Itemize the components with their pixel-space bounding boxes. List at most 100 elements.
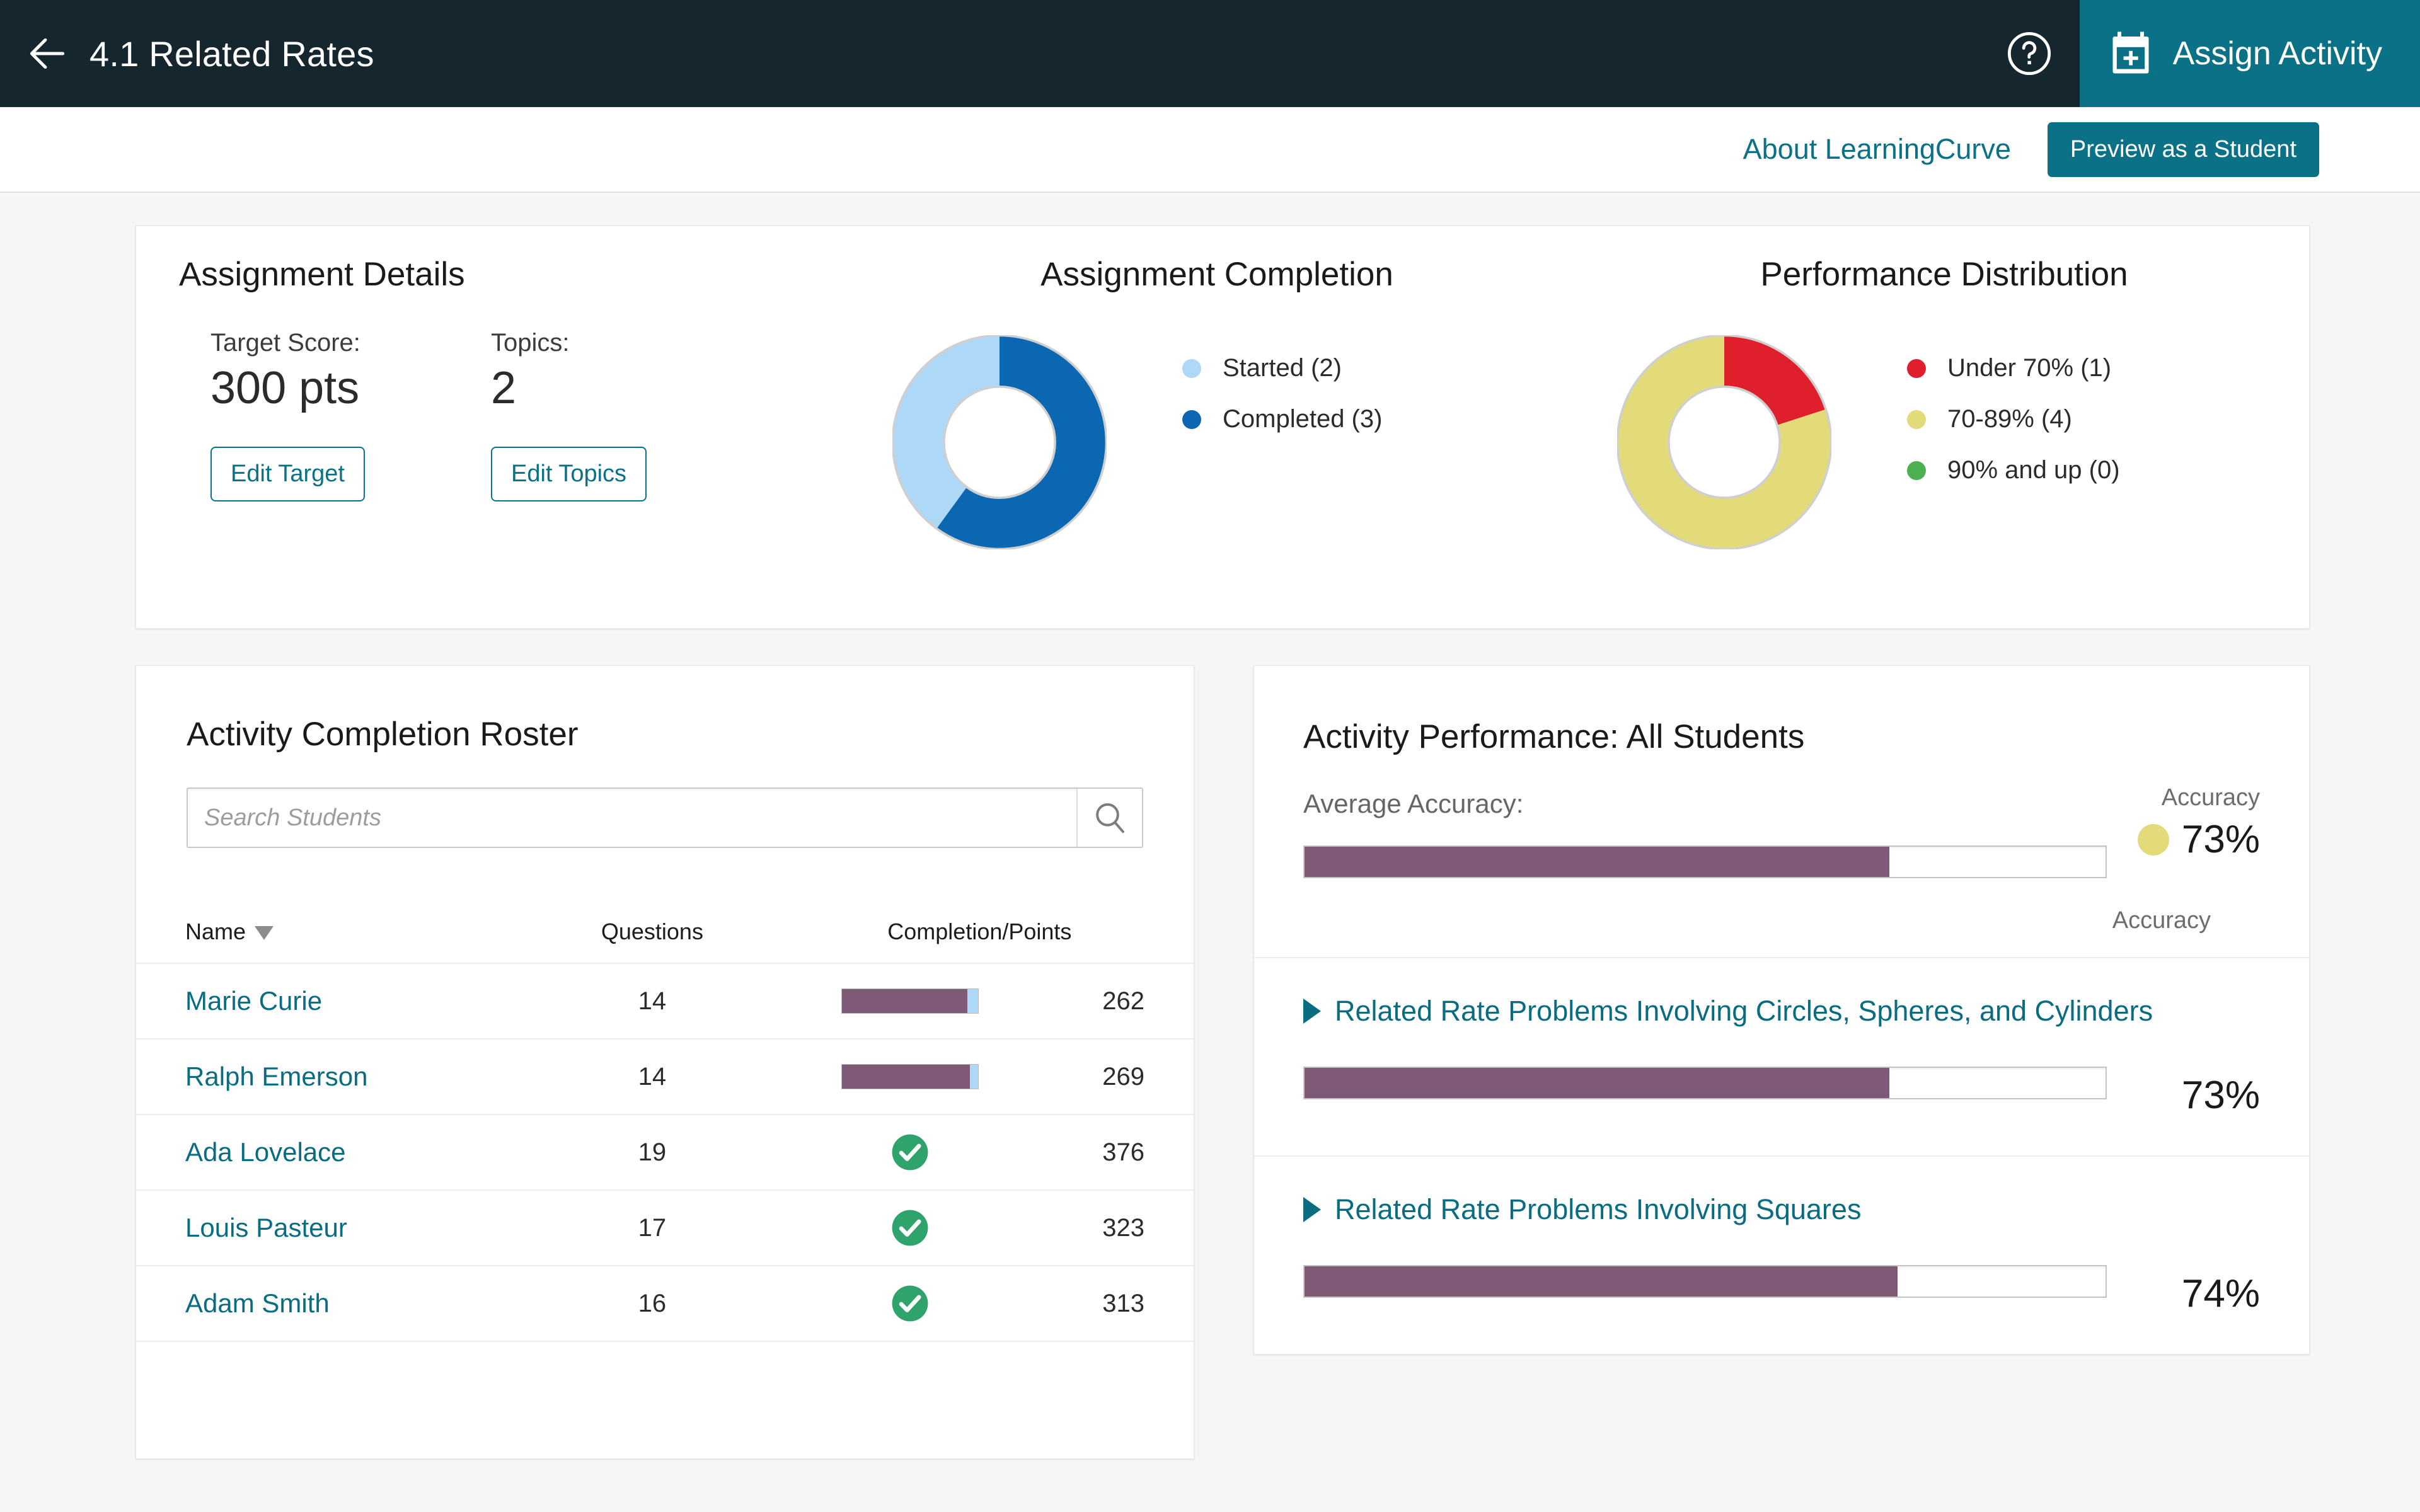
expand-triangle-icon[interactable]	[1303, 999, 1321, 1024]
student-name-link[interactable]: Ada Lovelace	[185, 1137, 346, 1167]
topic-accuracy-bar-track	[1303, 1264, 2107, 1298]
student-name-link[interactable]: Ralph Emerson	[185, 1062, 367, 1091]
edit-target-button[interactable]: Edit Target	[210, 447, 365, 501]
cell-name: Louis Pasteur	[136, 1190, 539, 1266]
cell-completion	[765, 1114, 1056, 1191]
legend-item: Under 70% (1)	[1907, 354, 2120, 382]
assign-activity-button[interactable]: Assign Activity	[2079, 0, 2420, 107]
search-input[interactable]	[188, 789, 1076, 847]
cell-completion	[765, 1039, 1056, 1115]
header-left-group: 4.1 Related Rates	[0, 0, 1979, 107]
performance-distribution-title: Performance Distribution	[1760, 256, 2128, 293]
assignment-completion-title: Assignment Completion	[1040, 256, 1393, 293]
cell-points: 262	[1055, 963, 1194, 1040]
completed-check-icon	[892, 1134, 928, 1171]
target-score-value: 300 pts	[210, 363, 360, 413]
cell-name: Adam Smith	[136, 1266, 539, 1342]
assignment-details-section: Assignment Details Target Score: 300 pts…	[136, 255, 855, 628]
table-header-row: Name Questions Completion/Points	[136, 903, 1194, 964]
assignment-details-row: Target Score: 300 pts Edit Target Topics…	[179, 329, 855, 501]
topic-accuracy-bar-track	[1303, 1066, 2107, 1099]
legend-item: Completed (3)	[1182, 405, 1382, 433]
assignment-completion-legend: Started (2) Completed (3)	[1182, 335, 1382, 456]
accuracy-status-dot	[2137, 823, 2169, 856]
activity-performance-header: Activity Performance: All Students Avera…	[1254, 666, 2309, 957]
topic-accuracy-bar-wrap	[1303, 1066, 2107, 1099]
roster-table-body: Marie Curie 14 262 Ralph Emerson 14 269 Ada Lo…	[136, 963, 1194, 1342]
performance-distribution-donut-chart	[1617, 335, 1831, 549]
preview-as-student-button[interactable]: Preview as a Student	[2047, 122, 2319, 177]
legend-label-under70: Under 70% (1)	[1947, 354, 2112, 382]
accuracy-column-header: Accuracy	[2112, 907, 2211, 934]
back-arrow-icon[interactable]	[24, 30, 71, 77]
target-score-label: Target Score:	[210, 329, 360, 357]
assignment-completion-donut-chart	[892, 335, 1107, 549]
legend-dot-completed	[1182, 410, 1201, 429]
table-row: Ralph Emerson 14 269	[136, 1039, 1194, 1115]
average-accuracy-bar-fill	[1305, 847, 1889, 877]
average-accuracy-bar-wrap	[1303, 845, 2107, 878]
performance-distribution-legend: Under 70% (1) 70-89% (4) 90% and up (0)	[1907, 335, 2120, 507]
completed-check-icon	[892, 1210, 928, 1246]
legend-dot-90andup	[1907, 461, 1926, 480]
topic-bar-row: 74%	[1303, 1246, 2260, 1316]
topic-accuracy-value: 73%	[2181, 1074, 2260, 1117]
column-header-name-label: Name	[185, 919, 246, 944]
student-name-link[interactable]: Adam Smith	[185, 1288, 330, 1318]
about-learningcurve-link[interactable]: About LearningCurve	[1743, 133, 2011, 166]
cell-points: 323	[1055, 1190, 1194, 1266]
completion-progress-bar	[841, 988, 979, 1014]
legend-item: Started (2)	[1182, 354, 1382, 382]
cell-questions: 17	[539, 1190, 766, 1266]
student-name-link[interactable]: Marie Curie	[185, 986, 322, 1016]
main-content: Assignment Details Target Score: 300 pts…	[0, 193, 2420, 1459]
completion-progress-bar	[841, 1064, 979, 1089]
cell-completion	[765, 1266, 1056, 1342]
column-header-completion-points[interactable]: Completion/Points	[765, 903, 1194, 964]
topic-link-row: Related Rate Problems Involving Squares	[1303, 1193, 2260, 1226]
column-header-questions[interactable]: Questions	[539, 903, 766, 964]
topic-name-link[interactable]: Related Rate Problems Involving Circles,…	[1335, 995, 2153, 1028]
cell-questions: 19	[539, 1114, 766, 1191]
cell-points: 376	[1055, 1114, 1194, 1191]
cell-name: Marie Curie	[136, 963, 539, 1040]
table-row: Louis Pasteur 17 323	[136, 1190, 1194, 1266]
lower-section: Activity Completion Roster Name	[135, 665, 2310, 1459]
search-button[interactable]	[1076, 789, 1142, 847]
completion-progress-fill	[842, 1065, 971, 1089]
topics-value: 2	[490, 363, 517, 413]
roster-header: Activity Completion Roster	[136, 666, 1194, 848]
activity-completion-roster-card: Activity Completion Roster Name	[135, 665, 1194, 1459]
search-icon	[1096, 803, 1124, 833]
help-circle-icon	[2007, 32, 2051, 76]
calendar-plus-icon	[2112, 32, 2149, 74]
student-name-link[interactable]: Louis Pasteur	[185, 1213, 347, 1242]
topic-name-link[interactable]: Related Rate Problems Involving Squares	[1335, 1193, 1861, 1226]
topic-bar-row: 73%	[1303, 1048, 2260, 1118]
column-header-name[interactable]: Name	[136, 903, 539, 964]
cell-questions: 16	[539, 1266, 766, 1342]
app-header: 4.1 Related Rates Assign Activity	[0, 0, 2420, 107]
legend-label-started: Started (2)	[1223, 354, 1342, 382]
help-button[interactable]	[1979, 0, 2080, 107]
accuracy-header-label: Accuracy	[2161, 784, 2260, 811]
average-accuracy-label: Average Accuracy:	[1303, 789, 1524, 818]
average-accuracy-value-group: 73%	[2137, 817, 2260, 862]
edit-topics-button[interactable]: Edit Topics	[490, 447, 647, 501]
average-accuracy-value: 73%	[2181, 818, 2260, 861]
assignment-completion-section: Assignment Completion Started (2) Comple…	[855, 255, 1579, 628]
search-students-field[interactable]	[187, 788, 1143, 848]
legend-dot-started	[1182, 358, 1201, 378]
topic-row: Related Rate Problems Involving Squares 7…	[1254, 1155, 2309, 1354]
cell-points: 313	[1055, 1266, 1194, 1342]
completed-check-icon	[892, 1285, 928, 1322]
completion-progress-fill	[842, 989, 968, 1013]
topic-row: Related Rate Problems Involving Circles,…	[1254, 957, 2309, 1155]
cell-name: Ada Lovelace	[136, 1114, 539, 1191]
roster-table-head: Name Questions Completion/Points	[136, 903, 1194, 964]
assign-activity-label: Assign Activity	[2172, 35, 2382, 72]
expand-triangle-icon[interactable]	[1303, 1197, 1321, 1222]
cell-points: 269	[1055, 1039, 1194, 1115]
topic-link-row: Related Rate Problems Involving Circles,…	[1303, 995, 2260, 1028]
topics-label: Topics:	[490, 329, 570, 357]
